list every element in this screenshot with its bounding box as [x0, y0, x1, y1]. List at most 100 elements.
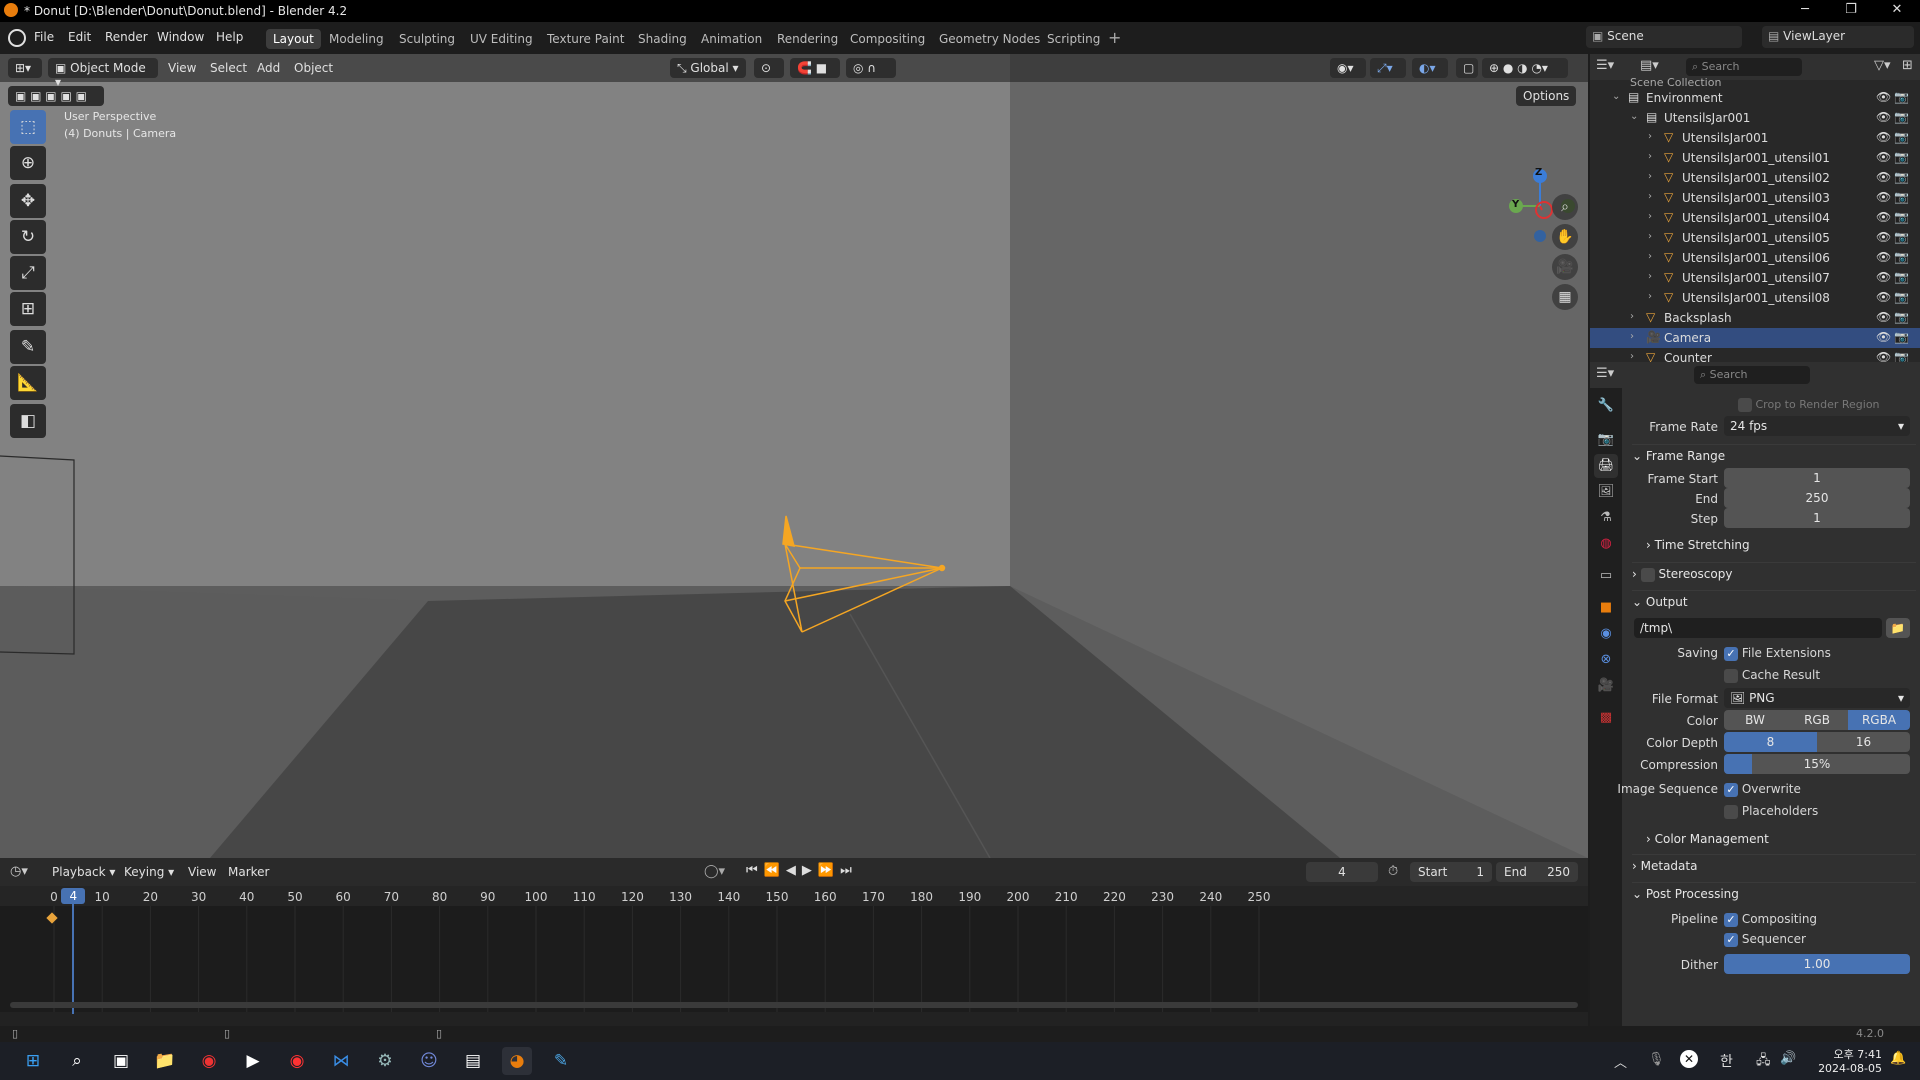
sequencer-checkbox[interactable]: ✓ Sequencer	[1724, 932, 1806, 947]
visibility-eye-icon[interactable]: 👁	[1876, 90, 1891, 104]
output-section[interactable]: ⌄ Output	[1632, 590, 1916, 609]
menu-file[interactable]: File	[34, 30, 54, 44]
menu-window[interactable]: Window	[157, 30, 204, 44]
outliner-row[interactable]: › 🎥 Camera 👁 📷	[1590, 328, 1920, 348]
time-stretching-section[interactable]: › Time Stretching	[1646, 538, 1750, 552]
visibility-eye-icon[interactable]: 👁	[1876, 330, 1891, 344]
visibility-eye-icon[interactable]: 👁	[1876, 130, 1891, 144]
viewport-menu-select[interactable]: Select	[210, 61, 247, 75]
timeline-editor-icon[interactable]: ◷▾	[10, 864, 28, 879]
frame-range-section[interactable]: ⌄ Frame Range	[1632, 444, 1916, 468]
physics-tab-icon[interactable]: ◉	[1594, 622, 1618, 646]
render-camera-icon[interactable]: 📷	[1894, 210, 1909, 224]
compositing-checkbox[interactable]: ✓ Compositing	[1724, 912, 1817, 927]
tab-texture-paint[interactable]: Texture Paint	[540, 29, 631, 49]
output-path-input[interactable]: /tmp\	[1634, 618, 1882, 638]
ime-indicator[interactable]: 한	[1720, 1051, 1733, 1071]
visibility-eye-icon[interactable]: 👁	[1876, 290, 1891, 304]
minimize-button[interactable]: ─	[1782, 2, 1828, 17]
timeline-menu-view[interactable]: View	[188, 865, 216, 879]
render-camera-icon[interactable]: 📷	[1894, 90, 1909, 104]
add-workspace-icon[interactable]: +	[1108, 28, 1121, 47]
terminal-icon[interactable]: ▤	[458, 1047, 488, 1075]
blender-menu-icon[interactable]	[8, 29, 26, 47]
expand-toggle-icon[interactable]: ›	[1648, 171, 1652, 182]
properties-search-input[interactable]: ⌕ Search	[1694, 366, 1810, 384]
maximize-button[interactable]: ❐	[1828, 2, 1874, 17]
render-camera-icon[interactable]: 📷	[1894, 310, 1909, 324]
3d-viewport[interactable]: ⊞▾ ▣ Object Mode ▾ View Select Add Objec…	[0, 54, 1588, 858]
expand-toggle-icon[interactable]: ›	[1630, 351, 1634, 362]
outliner-row[interactable]: › ▽ Counter 👁 📷	[1590, 348, 1920, 362]
compression-slider[interactable]: 15%	[1724, 754, 1910, 774]
snap-toggle-icon[interactable]: 🧲 ■	[790, 58, 840, 78]
expand-toggle-icon[interactable]: ⌄	[1612, 91, 1620, 102]
visibility-eye-icon[interactable]: 👁	[1876, 250, 1891, 264]
outliner-row[interactable]: › ▽ UtensilsJar001_utensil08 👁 📷	[1590, 288, 1920, 308]
tool-tab-icon[interactable]: 🔧	[1594, 394, 1618, 418]
select-box-tool-icon[interactable]: ⬚	[10, 110, 46, 144]
notification-bell-icon[interactable]: 🔔	[1890, 1051, 1906, 1066]
dither-field[interactable]: 1.00	[1724, 954, 1910, 974]
expand-toggle-icon[interactable]: ›	[1630, 311, 1634, 322]
start-frame-field[interactable]: Start 1	[1410, 862, 1492, 882]
outliner-row[interactable]: › ▽ UtensilsJar001_utensil07 👁 📷	[1590, 268, 1920, 288]
expand-toggle-icon[interactable]: ›	[1648, 291, 1652, 302]
color-rgba-option[interactable]: RGBA	[1848, 710, 1910, 730]
youtube-music-icon[interactable]: ◉	[282, 1047, 312, 1075]
visibility-eye-icon[interactable]: 👁	[1876, 150, 1891, 164]
crop-render-region[interactable]: Crop to Render Region	[1738, 398, 1880, 412]
timeline-menu-playback[interactable]: Playback ▾	[52, 865, 115, 879]
outliner-row[interactable]: › ▽ UtensilsJar001_utensil03 👁 📷	[1590, 188, 1920, 208]
chrome-icon[interactable]: ◉	[194, 1047, 224, 1075]
render-camera-icon[interactable]: 📷	[1894, 150, 1909, 164]
expand-toggle-icon[interactable]: ›	[1648, 271, 1652, 282]
windows-start-icon[interactable]: ⊞	[18, 1047, 48, 1075]
outliner-row[interactable]: › ▽ Backsplash 👁 📷	[1590, 308, 1920, 328]
render-camera-icon[interactable]: 📷	[1894, 110, 1909, 124]
tab-rendering[interactable]: Rendering	[770, 29, 845, 49]
xray-toggle-icon[interactable]: ▢	[1456, 58, 1478, 78]
outliner-row[interactable]: ⌄ ▤ Environment 👁 📷	[1590, 88, 1920, 108]
proportional-edit-icon[interactable]: ◎ ∩	[846, 58, 896, 78]
end-frame-field[interactable]: End 250	[1496, 862, 1578, 882]
post-processing-section[interactable]: ⌄ Post Processing	[1632, 882, 1916, 901]
gizmo-x-negative[interactable]	[1535, 201, 1553, 219]
expand-toggle-icon[interactable]: ›	[1648, 131, 1652, 142]
display-mode-icon[interactable]: ▤▾	[1640, 58, 1659, 73]
tab-shading[interactable]: Shading	[631, 29, 694, 49]
expand-toggle-icon[interactable]: ›	[1648, 151, 1652, 162]
collection-tab-icon[interactable]: ▭	[1594, 564, 1618, 588]
visual-studio-icon[interactable]: ⋈	[326, 1047, 356, 1075]
transform-tool-icon[interactable]: ⊞	[10, 292, 46, 326]
cache-result-checkbox[interactable]: Cache Result	[1724, 668, 1820, 683]
outliner-row[interactable]: › ▽ UtensilsJar001_utensil04 👁 📷	[1590, 208, 1920, 228]
visibility-eye-icon[interactable]: 👁	[1876, 190, 1891, 204]
volume-icon[interactable]: 🔊	[1780, 1051, 1796, 1066]
outliner-editor-icon[interactable]: ☰▾	[1596, 58, 1614, 73]
frame-start-field[interactable]: 1	[1724, 468, 1910, 488]
tab-geometry-nodes[interactable]: Geometry Nodes	[932, 29, 1047, 49]
file-format-dropdown[interactable]: 🖼 PNG ▾	[1724, 688, 1910, 708]
transform-orientation[interactable]: ⤡ Global ▾	[670, 58, 746, 78]
render-camera-icon[interactable]: 📷	[1894, 270, 1909, 284]
paint-icon[interactable]: ✎	[546, 1047, 576, 1075]
preview-range-icon[interactable]: ⏱	[1388, 864, 1398, 879]
render-camera-icon[interactable]: 📷	[1894, 130, 1909, 144]
color-bw-option[interactable]: BW	[1724, 710, 1786, 730]
timeline-menu-keying[interactable]: Keying ▾	[124, 865, 174, 879]
viewport-menu-object[interactable]: Object	[294, 61, 333, 75]
discord-icon[interactable]: ☺	[414, 1047, 444, 1075]
annotate-tool-icon[interactable]: ✎	[10, 330, 46, 364]
render-camera-icon[interactable]: 📷	[1894, 230, 1909, 244]
visibility-eye-icon[interactable]: 👁	[1876, 270, 1891, 284]
render-camera-icon[interactable]: 📷	[1894, 350, 1909, 362]
close-button[interactable]: ✕	[1874, 2, 1920, 17]
color-rgb-option[interactable]: RGB	[1786, 710, 1848, 730]
file-extensions-checkbox[interactable]: ✓ File Extensions	[1724, 646, 1831, 661]
menu-render[interactable]: Render	[105, 30, 148, 44]
steam-icon[interactable]: ⚙	[370, 1047, 400, 1075]
media-player-icon[interactable]: ▶	[238, 1047, 268, 1075]
tab-animation[interactable]: Animation	[694, 29, 769, 49]
visibility-eye-icon[interactable]: 👁	[1876, 170, 1891, 184]
